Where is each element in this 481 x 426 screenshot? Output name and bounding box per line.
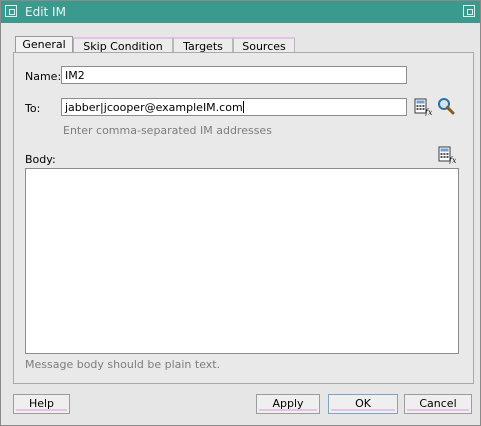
- expression-builder-icon[interactable]: fx: [438, 146, 456, 164]
- text-caret: [242, 101, 244, 113]
- edit-im-dialog: Edit IM General Skip Condition Targets S…: [0, 0, 481, 426]
- title-bar[interactable]: Edit IM: [1, 1, 480, 23]
- apply-button[interactable]: Apply: [256, 394, 320, 414]
- dialog-title: Edit IM: [25, 5, 66, 19]
- button-accent: [331, 409, 395, 411]
- ok-button[interactable]: OK: [328, 394, 398, 414]
- body-label: Body:: [25, 153, 56, 166]
- tab-targets[interactable]: Targets: [173, 37, 233, 53]
- tab-skip-condition[interactable]: Skip Condition: [73, 37, 173, 53]
- body-label-text: Body:: [25, 153, 56, 166]
- tab-general[interactable]: General: [15, 36, 73, 53]
- svg-text:fx: fx: [424, 108, 432, 116]
- system-menu-icon[interactable]: [5, 5, 17, 17]
- tab-sources[interactable]: Sources: [233, 37, 295, 53]
- svg-text:fx: fx: [448, 156, 456, 164]
- close-icon[interactable]: [463, 5, 475, 17]
- name-label-text: Name:: [25, 70, 62, 83]
- name-label: Name:: [25, 70, 61, 83]
- name-field[interactable]: IM2: [61, 66, 407, 84]
- button-accent: [407, 409, 469, 411]
- search-icon[interactable]: [437, 97, 455, 115]
- body-hint: Message body should be plain text.: [25, 358, 221, 371]
- to-hint: Enter comma-separated IM addresses: [63, 124, 272, 137]
- button-accent: [259, 409, 317, 411]
- to-field[interactable]: jabber|jcooper@exampleIM.com: [61, 98, 407, 116]
- name-field-value: IM2: [65, 69, 85, 82]
- body-textarea[interactable]: [25, 168, 459, 354]
- cancel-button[interactable]: Cancel: [404, 394, 472, 414]
- to-label: To:: [25, 102, 40, 115]
- to-field-value: jabber|jcooper@exampleIM.com: [65, 101, 243, 114]
- expression-builder-icon[interactable]: fx: [414, 98, 432, 116]
- button-accent: [16, 409, 67, 411]
- to-label-text: To:: [25, 102, 41, 115]
- help-button[interactable]: Help: [13, 394, 70, 414]
- tab-general-label: General: [22, 38, 66, 51]
